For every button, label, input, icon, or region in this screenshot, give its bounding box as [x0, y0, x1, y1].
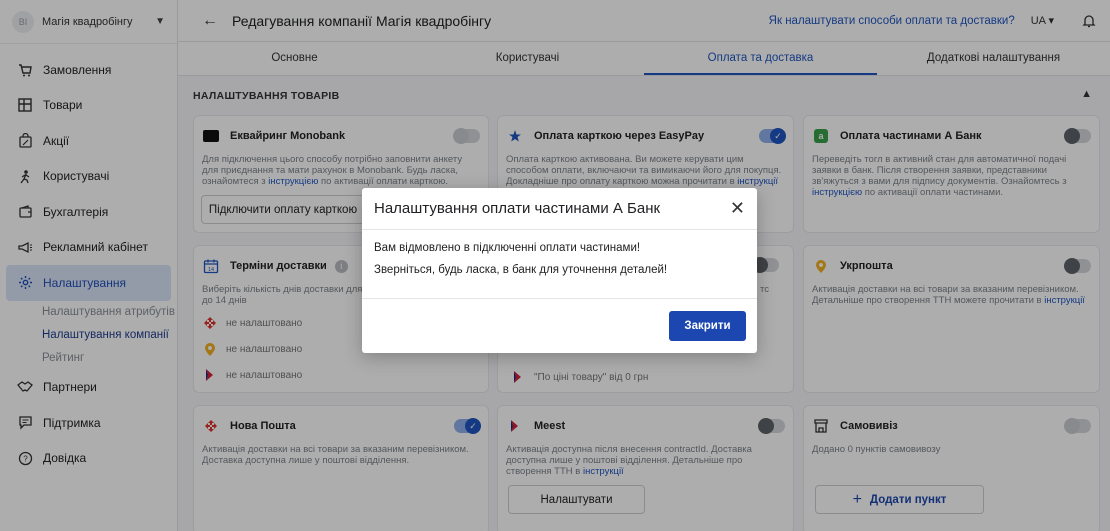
modal-body: Вам відмовлено в підключенні оплати част… [362, 230, 757, 299]
close-icon[interactable]: ✕ [730, 198, 745, 219]
abank-modal: Налаштування оплати частинами А Банк ✕ В… [362, 188, 757, 353]
close-button[interactable]: Закрити [669, 311, 746, 341]
modal-message-1: Вам відмовлено в підключенні оплати част… [374, 242, 641, 254]
modal-message-2: Зверніться, будь ласка, в банк для уточн… [374, 264, 668, 276]
modal-title: Налаштування оплати частинами А Банк [374, 200, 661, 217]
